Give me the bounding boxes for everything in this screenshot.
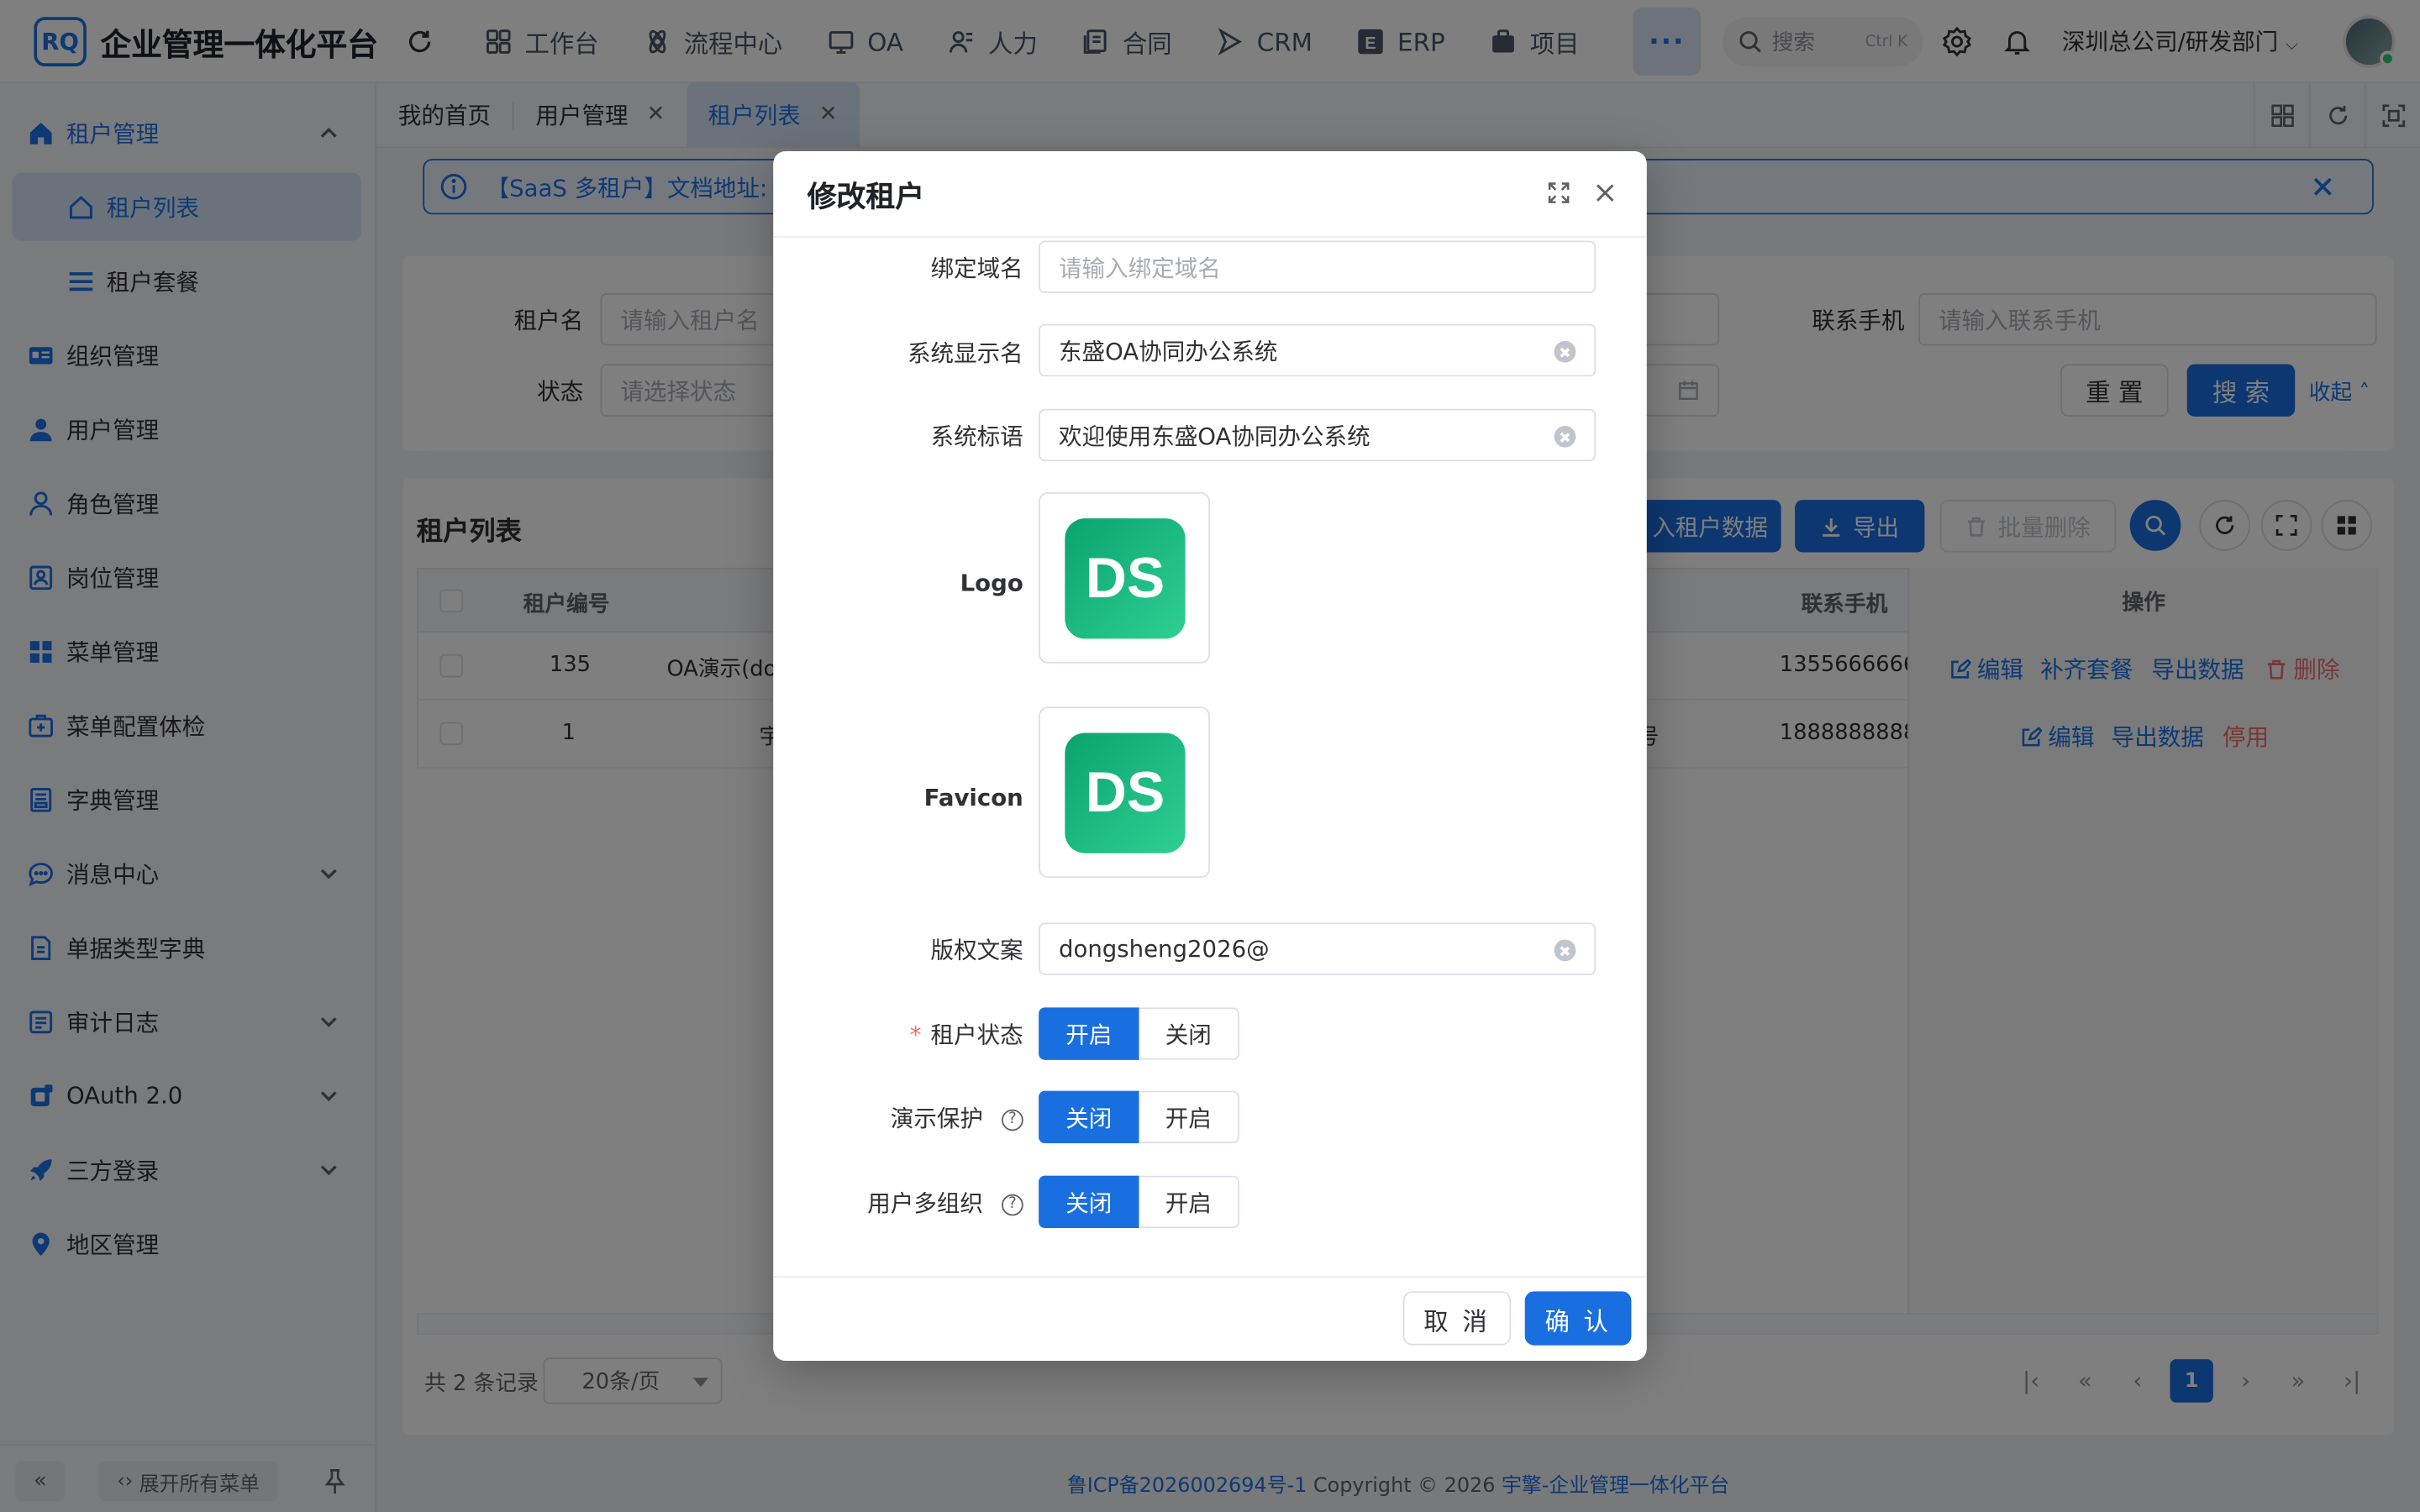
logo-upload[interactable]: DS (1039, 491, 1211, 664)
ds-favicon-image: DS (1065, 732, 1186, 853)
dialog-title: 修改租户 (807, 180, 925, 215)
demo-option-off[interactable]: 关闭 (1039, 1090, 1139, 1144)
slogan-label: 系统标语 (930, 423, 1023, 451)
demo-protect-radio: 关闭 开启 (1039, 1090, 1239, 1144)
multi-org-radio: 关闭 开启 (1039, 1175, 1239, 1229)
clear-icon[interactable] (1554, 425, 1576, 448)
demo-protect-text: 演示保护 (890, 1105, 984, 1133)
dialog-header-divider (773, 236, 1647, 238)
demo-protect-label: 演示保护? (773, 1101, 1023, 1134)
clear-icon[interactable] (1554, 939, 1576, 962)
dialog-footer-divider (773, 1275, 1647, 1278)
tenant-status-label: * 租户状态 (773, 1018, 1023, 1051)
favicon-upload[interactable]: DS (1039, 706, 1211, 879)
edit-tenant-dialog: 修改租户 绑定域名 请输入绑定域名 系统显示名 东盛OA协同办公系统 系统标语 … (773, 151, 1647, 1362)
display-name-input[interactable]: 东盛OA协同办公系统 (1039, 323, 1597, 377)
input-value: 东盛OA协同办公系统 (1059, 337, 1278, 365)
tenant-status-radio: 开启 关闭 (1039, 1007, 1239, 1060)
multi-org-text: 用户多组织 (867, 1189, 984, 1218)
multi-org-option-on[interactable]: 开启 (1139, 1175, 1239, 1229)
app-root: RQ 企业管理一体化平台 工作台 流程中心 OA 人力 合同 (0, 0, 2420, 1512)
logo-label: Logo (960, 569, 1023, 597)
clear-icon[interactable] (1554, 340, 1576, 363)
multi-org-label: 用户多组织? (773, 1186, 1023, 1219)
help-icon[interactable]: ? (1002, 1108, 1023, 1131)
confirm-button[interactable]: 确 认 (1524, 1291, 1632, 1346)
maximize-icon[interactable] (1545, 179, 1573, 207)
input-placeholder: 请输入绑定域名 (1059, 254, 1221, 282)
close-icon[interactable] (1591, 179, 1619, 207)
input-value: dongsheng2026@ (1059, 935, 1270, 963)
required-asterisk: * (909, 1021, 922, 1049)
slogan-input[interactable]: 欢迎使用东盛OA协同办公系统 (1039, 408, 1597, 462)
copyright-input[interactable]: dongsheng2026@ (1039, 922, 1597, 975)
domain-input[interactable]: 请输入绑定域名 (1039, 240, 1597, 293)
ds-logo-image: DS (1065, 518, 1186, 639)
tenant-status-text: 租户状态 (930, 1021, 1023, 1049)
favicon-label: Favicon (923, 784, 1023, 812)
status-option-enabled[interactable]: 开启 (1039, 1007, 1139, 1060)
copyright-label: 版权文案 (930, 936, 1023, 964)
domain-label: 绑定域名 (930, 255, 1023, 283)
display-name-label: 系统显示名 (907, 339, 1023, 368)
status-option-disabled[interactable]: 关闭 (1139, 1007, 1239, 1060)
cancel-button[interactable]: 取 消 (1402, 1291, 1512, 1346)
help-icon[interactable]: ? (1002, 1193, 1023, 1215)
multi-org-option-off[interactable]: 关闭 (1039, 1175, 1139, 1229)
input-value: 欢迎使用东盛OA协同办公系统 (1059, 422, 1370, 450)
demo-option-on[interactable]: 开启 (1139, 1090, 1239, 1144)
